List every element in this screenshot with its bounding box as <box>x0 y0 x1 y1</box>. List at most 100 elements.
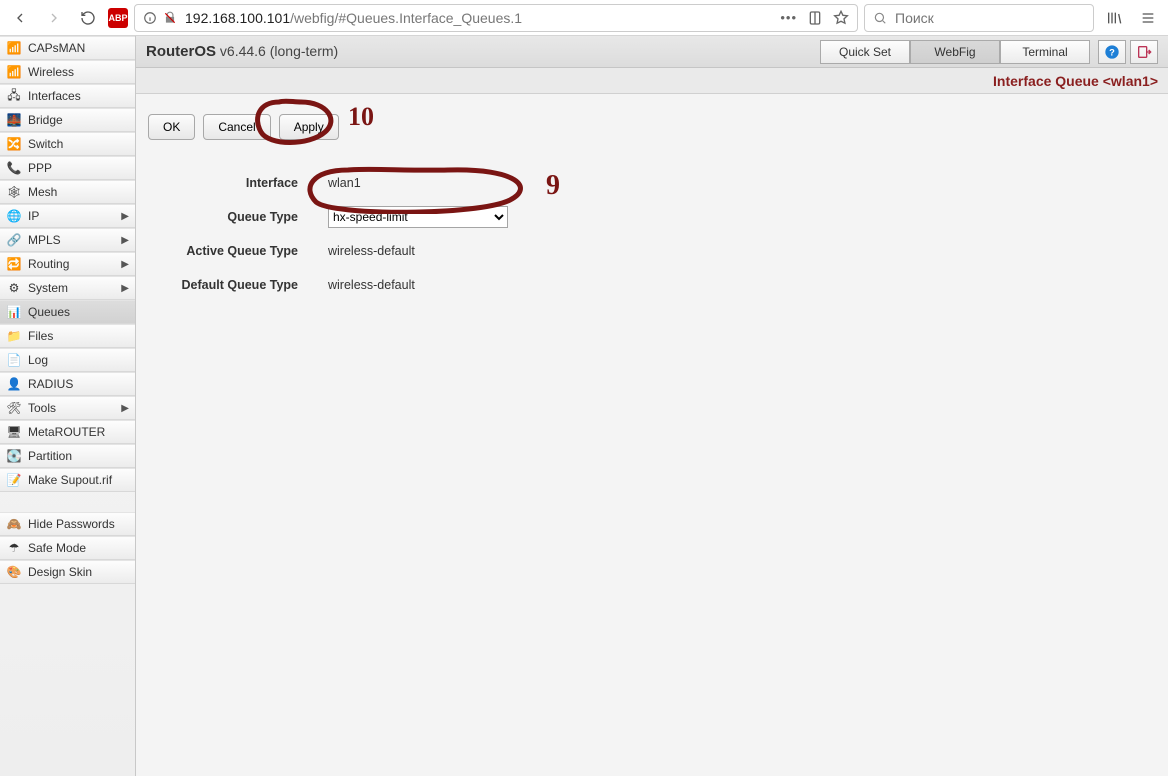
chevron-right-icon: ▶ <box>121 211 129 222</box>
tools-icon: 🛠 <box>6 400 22 416</box>
sidebar-item-queues[interactable]: 📊 Queues <box>0 300 135 324</box>
reload-button[interactable] <box>74 4 102 32</box>
radius-icon: 👤 <box>6 376 22 392</box>
queues-icon: 📊 <box>6 304 22 320</box>
sidebar-item-label: Log <box>28 353 48 367</box>
files-icon: 📁 <box>6 328 22 344</box>
sidebar-item-wireless[interactable]: 📶Wireless <box>0 60 135 84</box>
url-text: 192.168.100.101/webfig/#Queues.Interface… <box>185 10 772 26</box>
active-queue-type-value: wireless-default <box>328 244 415 258</box>
main: RouterOS v6.44.6 (long-term) Quick SetWe… <box>136 36 1168 776</box>
sidebar-item-system[interactable]: ⚙ System ▶ <box>0 276 135 300</box>
library-icon[interactable] <box>1100 4 1128 32</box>
sidebar-item-files[interactable]: 📁 Files <box>0 324 135 348</box>
sidebar-item-label: Hide Passwords <box>28 517 115 531</box>
design-skin-icon: 🎨 <box>6 564 22 580</box>
chevron-right-icon: ▶ <box>121 235 129 246</box>
sidebar-item-label: Files <box>28 329 53 343</box>
search-icon <box>873 11 887 25</box>
queue-type-select[interactable]: hx-speed-limitwireless-defaultdefaulteth… <box>328 206 508 228</box>
sidebar-item-capsman[interactable]: 📶CAPsMAN <box>0 36 135 60</box>
sidebar-item-routing[interactable]: 🔁 Routing ▶ <box>0 252 135 276</box>
sidebar-item-metarouter[interactable]: 🖥MetaROUTER <box>0 420 135 444</box>
sidebar-item-bridge[interactable]: 🌉 Bridge <box>0 108 135 132</box>
row-interface: Interface wlan1 <box>148 166 1156 200</box>
make-supout-rif-icon: 📝 <box>6 472 22 488</box>
bridge-icon: 🌉 <box>6 112 22 128</box>
active-queue-type-label: Active Queue Type <box>148 244 328 258</box>
default-queue-type-value: wireless-default <box>328 278 415 292</box>
sidebar-item-label: Bridge <box>28 113 63 127</box>
interface-label: Interface <box>148 176 328 190</box>
ppp-icon: 📞 <box>6 160 22 176</box>
info-icon <box>143 11 157 25</box>
search-input[interactable] <box>893 9 1085 27</box>
site-identity-icons <box>143 11 177 25</box>
system-icon: ⚙ <box>6 280 22 296</box>
chevron-right-icon: ▶ <box>121 283 129 294</box>
topbar: RouterOS v6.44.6 (long-term) Quick SetWe… <box>136 36 1168 68</box>
bookmark-star-icon[interactable] <box>833 10 849 26</box>
sidebar-item-mpls[interactable]: 🔗MPLS▶ <box>0 228 135 252</box>
browser-search-bar[interactable] <box>864 4 1094 32</box>
sidebar-item-tools[interactable]: 🛠 Tools ▶ <box>0 396 135 420</box>
help-icon[interactable]: ? <box>1098 40 1126 64</box>
partition-icon: 💽 <box>6 448 22 464</box>
cancel-button[interactable]: Cancel <box>203 114 270 140</box>
mesh-icon: 🕸 <box>6 184 22 200</box>
sidebar-item-label: Partition <box>28 449 72 463</box>
sidebar-item-label: Switch <box>28 137 63 151</box>
sidebar-item-label: System <box>28 281 68 295</box>
row-queue-type: Queue Type hx-speed-limitwireless-defaul… <box>148 200 1156 234</box>
switch-icon: 🔀 <box>6 136 22 152</box>
sidebar-item-label: Mesh <box>28 185 57 199</box>
breadcrumb: Interface Queue <wlan1> <box>136 68 1168 94</box>
content: OK Cancel Apply Interface wlan1 Queue Ty… <box>136 94 1168 322</box>
sidebar-item-switch[interactable]: 🔀 Switch <box>0 132 135 156</box>
sidebar-item-ip[interactable]: 🌐IP▶ <box>0 204 135 228</box>
adblock-badge-icon[interactable]: ABP <box>108 8 128 28</box>
chevron-right-icon: ▶ <box>121 259 129 270</box>
svg-text:?: ? <box>1109 47 1115 57</box>
apply-button[interactable]: Apply <box>279 114 339 140</box>
reader-icon[interactable] <box>807 10 823 26</box>
chevron-right-icon: ▶ <box>121 403 129 414</box>
ok-button[interactable]: OK <box>148 114 195 140</box>
insecure-lock-icon <box>163 11 177 25</box>
sidebar-item-make-supout-rif[interactable]: 📝Make Supout.rif <box>0 468 135 492</box>
sidebar-item-radius[interactable]: 👤RADIUS <box>0 372 135 396</box>
sidebar-item-label: PPP <box>28 161 52 175</box>
back-button[interactable] <box>6 4 34 32</box>
browser-chrome: ABP 192.168.100.101/webfig/#Queues.Inter… <box>0 0 1168 36</box>
sidebar-item-ppp[interactable]: 📞 PPP <box>0 156 135 180</box>
logout-icon[interactable] <box>1130 40 1158 64</box>
sidebar-item-log[interactable]: 📄Log <box>0 348 135 372</box>
row-active-queue-type: Active Queue Type wireless-default <box>148 234 1156 268</box>
sidebar-item-interfaces[interactable]: 🖧 Interfaces <box>0 84 135 108</box>
sidebar-item-label: Queues <box>28 305 70 319</box>
tab-quick-set[interactable]: Quick Set <box>820 40 910 64</box>
mpls-icon: 🔗 <box>6 232 22 248</box>
interfaces-icon: 🖧 <box>6 88 22 104</box>
sidebar-item-label: Routing <box>28 257 69 271</box>
sidebar-item-label: CAPsMAN <box>28 41 85 55</box>
page-actions-icon[interactable]: ••• <box>780 10 797 25</box>
sidebar-item-design-skin[interactable]: 🎨 Design Skin <box>0 560 135 584</box>
safe-mode-icon: ☂ <box>6 540 22 556</box>
url-bar[interactable]: 192.168.100.101/webfig/#Queues.Interface… <box>134 4 858 32</box>
sidebar-item-partition[interactable]: 💽 Partition <box>0 444 135 468</box>
sidebar-item-safe-mode[interactable]: ☂ Safe Mode <box>0 536 135 560</box>
menu-icon[interactable] <box>1134 4 1162 32</box>
sidebar-item-mesh[interactable]: 🕸 Mesh <box>0 180 135 204</box>
sidebar-item-hide-passwords[interactable]: 🙈Hide Passwords <box>0 512 135 536</box>
forward-button[interactable] <box>40 4 68 32</box>
app: 📶CAPsMAN📶Wireless 🖧 Interfaces 🌉 Bridge 🔀 Swit… <box>0 36 1168 776</box>
sidebar-item-label: Safe Mode <box>28 541 86 555</box>
sidebar-item-label: Tools <box>28 401 56 415</box>
sidebar-item-label: Design Skin <box>28 565 92 579</box>
queue-type-label: Queue Type <box>148 210 328 224</box>
tab-terminal[interactable]: Terminal <box>1000 40 1090 64</box>
routing-icon: 🔁 <box>6 256 22 272</box>
tab-webfig[interactable]: WebFig <box>910 40 1000 64</box>
sidebar-item-label: Interfaces <box>28 89 81 103</box>
